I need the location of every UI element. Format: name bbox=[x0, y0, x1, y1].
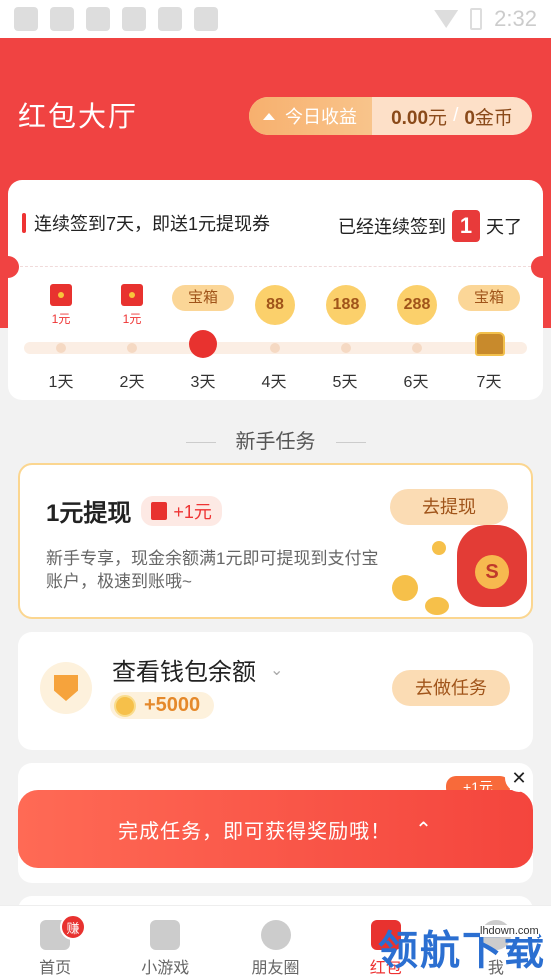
task-title: 查看钱包余额 bbox=[112, 659, 256, 686]
progress-dot bbox=[341, 343, 351, 353]
coin-reward-bubble: 188 bbox=[326, 285, 366, 325]
gamepad-icon bbox=[150, 920, 181, 950]
cash-unit: 元 bbox=[428, 107, 448, 129]
tab-moments[interactable]: 朋友圈 bbox=[220, 906, 330, 979]
red-packet-icon bbox=[121, 284, 143, 306]
notification-icon bbox=[86, 7, 110, 31]
day-label: 4天 bbox=[261, 374, 287, 391]
coin-value: 0 bbox=[464, 107, 475, 129]
tab-label: 首页 bbox=[39, 960, 72, 977]
wifi-icon bbox=[434, 10, 459, 28]
signin-headline-text: 连续签到7天，即送1元提现券 bbox=[34, 214, 271, 234]
card-notch bbox=[531, 256, 551, 278]
treasure-chest-icon[interactable] bbox=[475, 332, 505, 356]
progress-dot bbox=[56, 343, 66, 353]
progress-dot bbox=[127, 343, 137, 353]
coin-reward-bubble: 88 bbox=[255, 285, 295, 325]
earnings-separator: / bbox=[453, 105, 459, 126]
notification-icon bbox=[50, 7, 74, 31]
streak-count: 1 bbox=[452, 210, 480, 242]
coin-reward-bubble: 288 bbox=[397, 285, 437, 325]
red-packet-icon bbox=[151, 501, 168, 520]
tab-label: 小游戏 bbox=[141, 960, 190, 977]
task-description: 新手专享，现金余额满1元即可提现到支付宝账户，极速到账哦~ bbox=[46, 549, 379, 591]
cash-value: 0.00 bbox=[391, 107, 429, 129]
day-reward: 1元 bbox=[51, 312, 71, 326]
reward-value: +1元 bbox=[173, 501, 212, 522]
accent-bar bbox=[22, 213, 26, 233]
notification-icon bbox=[14, 7, 38, 31]
page-title: 红包大厅 bbox=[18, 101, 139, 132]
bag-icon bbox=[194, 7, 218, 31]
aperture-icon bbox=[260, 920, 291, 950]
tab-home[interactable]: 赚 首页 bbox=[0, 906, 110, 979]
task-toast[interactable]: 完成任务，即可获得奖励哦！ ⌃ bbox=[18, 790, 533, 868]
battery-icon bbox=[470, 8, 483, 30]
money-bag-icon: S bbox=[457, 525, 527, 607]
earn-badge: 赚 bbox=[60, 914, 86, 940]
day-label: 6天 bbox=[403, 374, 429, 391]
watermark-url: lhdown.com bbox=[480, 925, 539, 937]
shield-icon bbox=[40, 662, 92, 714]
withdraw-button[interactable]: 去提现 bbox=[390, 489, 508, 525]
coin-reward-chip: +5000 bbox=[110, 692, 215, 719]
status-bar: 2:32 bbox=[0, 0, 551, 38]
notification-icon bbox=[122, 7, 146, 31]
red-packet-icon bbox=[50, 284, 72, 306]
close-icon[interactable]: ✕ bbox=[505, 764, 533, 792]
treasure-box-tag: 宝箱 bbox=[172, 285, 234, 311]
progress-dot bbox=[270, 343, 280, 353]
treasure-box-tag: 宝箱 bbox=[458, 285, 520, 311]
day-label: 2天 bbox=[119, 374, 145, 391]
clock: 2:32 bbox=[494, 6, 537, 31]
coin-icon bbox=[425, 597, 449, 615]
day-reward: 1元 bbox=[122, 312, 142, 326]
task-card-wallet: 查看钱包余额 ⌄ +5000 去做任务 bbox=[18, 632, 533, 750]
divider bbox=[20, 266, 531, 267]
earnings-label: 今日收益 bbox=[285, 107, 357, 127]
toast-text: 完成任务，即可获得奖励哦！ bbox=[118, 820, 392, 843]
do-task-button[interactable]: 去做任务 bbox=[392, 670, 510, 706]
progress-dot bbox=[412, 343, 422, 353]
arrow-up-icon bbox=[263, 112, 275, 120]
money-bag-symbol: S bbox=[475, 555, 509, 589]
day-label: 3天 bbox=[190, 374, 216, 391]
signin-streak: 已经连续签到 1 天了 bbox=[338, 210, 522, 242]
day-label: 1天 bbox=[48, 374, 74, 391]
coin-icon bbox=[432, 541, 446, 555]
day-label: 5天 bbox=[332, 374, 358, 391]
signin-headline: 连续签到7天，即送1元提现券 bbox=[22, 210, 270, 236]
section-title-text: 新手任务 bbox=[235, 431, 316, 453]
notification-icon bbox=[158, 7, 182, 31]
section-title: 新手任务 bbox=[0, 425, 551, 454]
chevron-down-icon[interactable]: ⌄ bbox=[270, 660, 283, 680]
task-card-withdraw: 1元提现 +1元 新手专享，现金余额满1元即可提现到支付宝账户，极速到账哦~ 去… bbox=[18, 463, 533, 619]
day-label: 7天 bbox=[476, 374, 502, 391]
reward-chip: +1元 bbox=[141, 495, 222, 526]
tab-label: 朋友圈 bbox=[251, 960, 300, 977]
coin-icon bbox=[114, 694, 136, 717]
streak-prefix: 已经连续签到 bbox=[338, 217, 446, 237]
task-title: 1元提现 bbox=[46, 500, 132, 527]
lucky-bag-icon[interactable] bbox=[189, 330, 217, 358]
streak-suffix: 天了 bbox=[486, 217, 522, 237]
double-chevron-up-icon: ⌃ bbox=[415, 818, 433, 841]
today-earnings-pill[interactable]: 今日收益 0.00元 / 0金币 bbox=[249, 97, 532, 135]
coin-unit: 金币 bbox=[474, 107, 513, 129]
reward-value: +5000 bbox=[144, 694, 201, 716]
coin-icon bbox=[392, 575, 418, 601]
tab-games[interactable]: 小游戏 bbox=[110, 906, 220, 979]
